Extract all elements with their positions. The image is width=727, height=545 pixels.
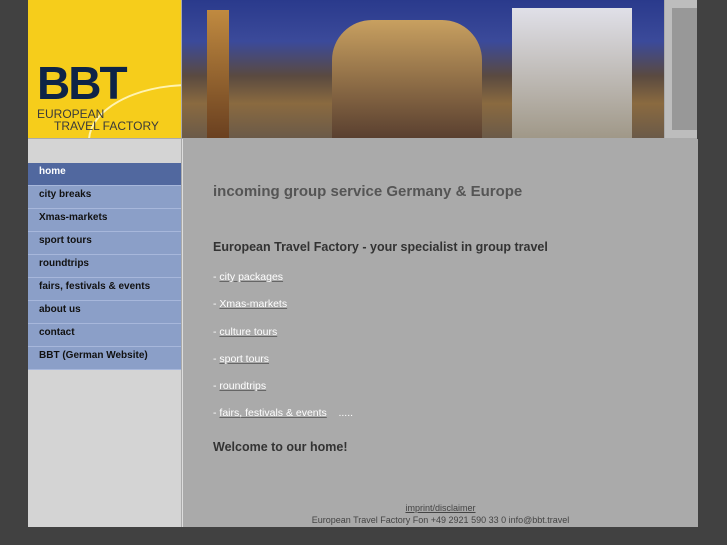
link-culture-tours[interactable]: culture tours <box>219 326 277 338</box>
nav-roundtrips[interactable]: roundtrips <box>28 255 181 278</box>
link-sport-tours[interactable]: sport tours <box>219 353 269 365</box>
list-item: - roundtrips <box>213 380 267 393</box>
list-item: - Xmas-markets <box>213 298 288 311</box>
nav-sport-tours[interactable]: sport tours <box>28 232 181 255</box>
bbt-logo[interactable]: BBT EUROPEAN TRAVEL FACTORY <box>28 0 181 138</box>
nav-fairs-festivals-events[interactable]: fairs, festivals & events <box>28 278 181 301</box>
church-tower-image <box>207 10 229 138</box>
logo-brand: BBT <box>37 57 128 109</box>
list-item: - city packages <box>213 271 284 283</box>
page-title: incoming group service Germany & Europe <box>213 183 523 200</box>
header-photo-collage <box>182 0 664 138</box>
imprint-link[interactable]: imprint/disclaimer <box>405 503 475 513</box>
nav-contact[interactable]: contact <box>28 324 181 347</box>
list-item: - culture tours <box>213 325 278 338</box>
logo-line2: TRAVEL FACTORY <box>54 119 159 133</box>
link-roundtrips[interactable]: roundtrips <box>219 380 266 392</box>
link-xmas-markets[interactable]: Xmas-markets <box>219 298 287 310</box>
side-panel <box>672 8 697 130</box>
footer-imprint: imprint/disclaimer <box>183 503 698 513</box>
brandenburg-gate-image <box>512 8 632 138</box>
nav-xmas-markets[interactable]: Xmas-markets <box>28 209 181 232</box>
list-item: - sport tours <box>213 352 270 365</box>
footer-contact: European Travel Factory Fon +49 2921 590… <box>311 515 570 525</box>
opera-house-image <box>332 20 482 138</box>
link-fairs-festivals-events[interactable]: fairs, festivals & events <box>219 407 326 419</box>
header-side-strip <box>665 0 697 138</box>
subheading: European Travel Factory - your specialis… <box>213 240 548 254</box>
nav-german-website[interactable]: BBT (German Website) <box>28 347 181 370</box>
welcome-text: Welcome to our home! <box>213 440 348 454</box>
offer-links: - city packages - Xmas-markets - culture… <box>213 271 353 435</box>
nav-about-us[interactable]: about us <box>28 301 181 324</box>
main-content: incoming group service Germany & Europe … <box>182 139 698 527</box>
nav-home[interactable]: home <box>28 163 181 186</box>
more-ellipsis: ..... <box>338 407 354 420</box>
link-city-packages[interactable]: city packages <box>219 271 283 283</box>
nav-city-breaks[interactable]: city breaks <box>28 186 181 209</box>
sidebar: home city breaks Xmas-markets sport tour… <box>28 139 181 527</box>
page: BBT EUROPEAN TRAVEL FACTORY home city br… <box>28 0 698 527</box>
list-item: - fairs, festivals & events ..... <box>213 407 354 420</box>
main-nav: home city breaks Xmas-markets sport tour… <box>28 163 181 370</box>
